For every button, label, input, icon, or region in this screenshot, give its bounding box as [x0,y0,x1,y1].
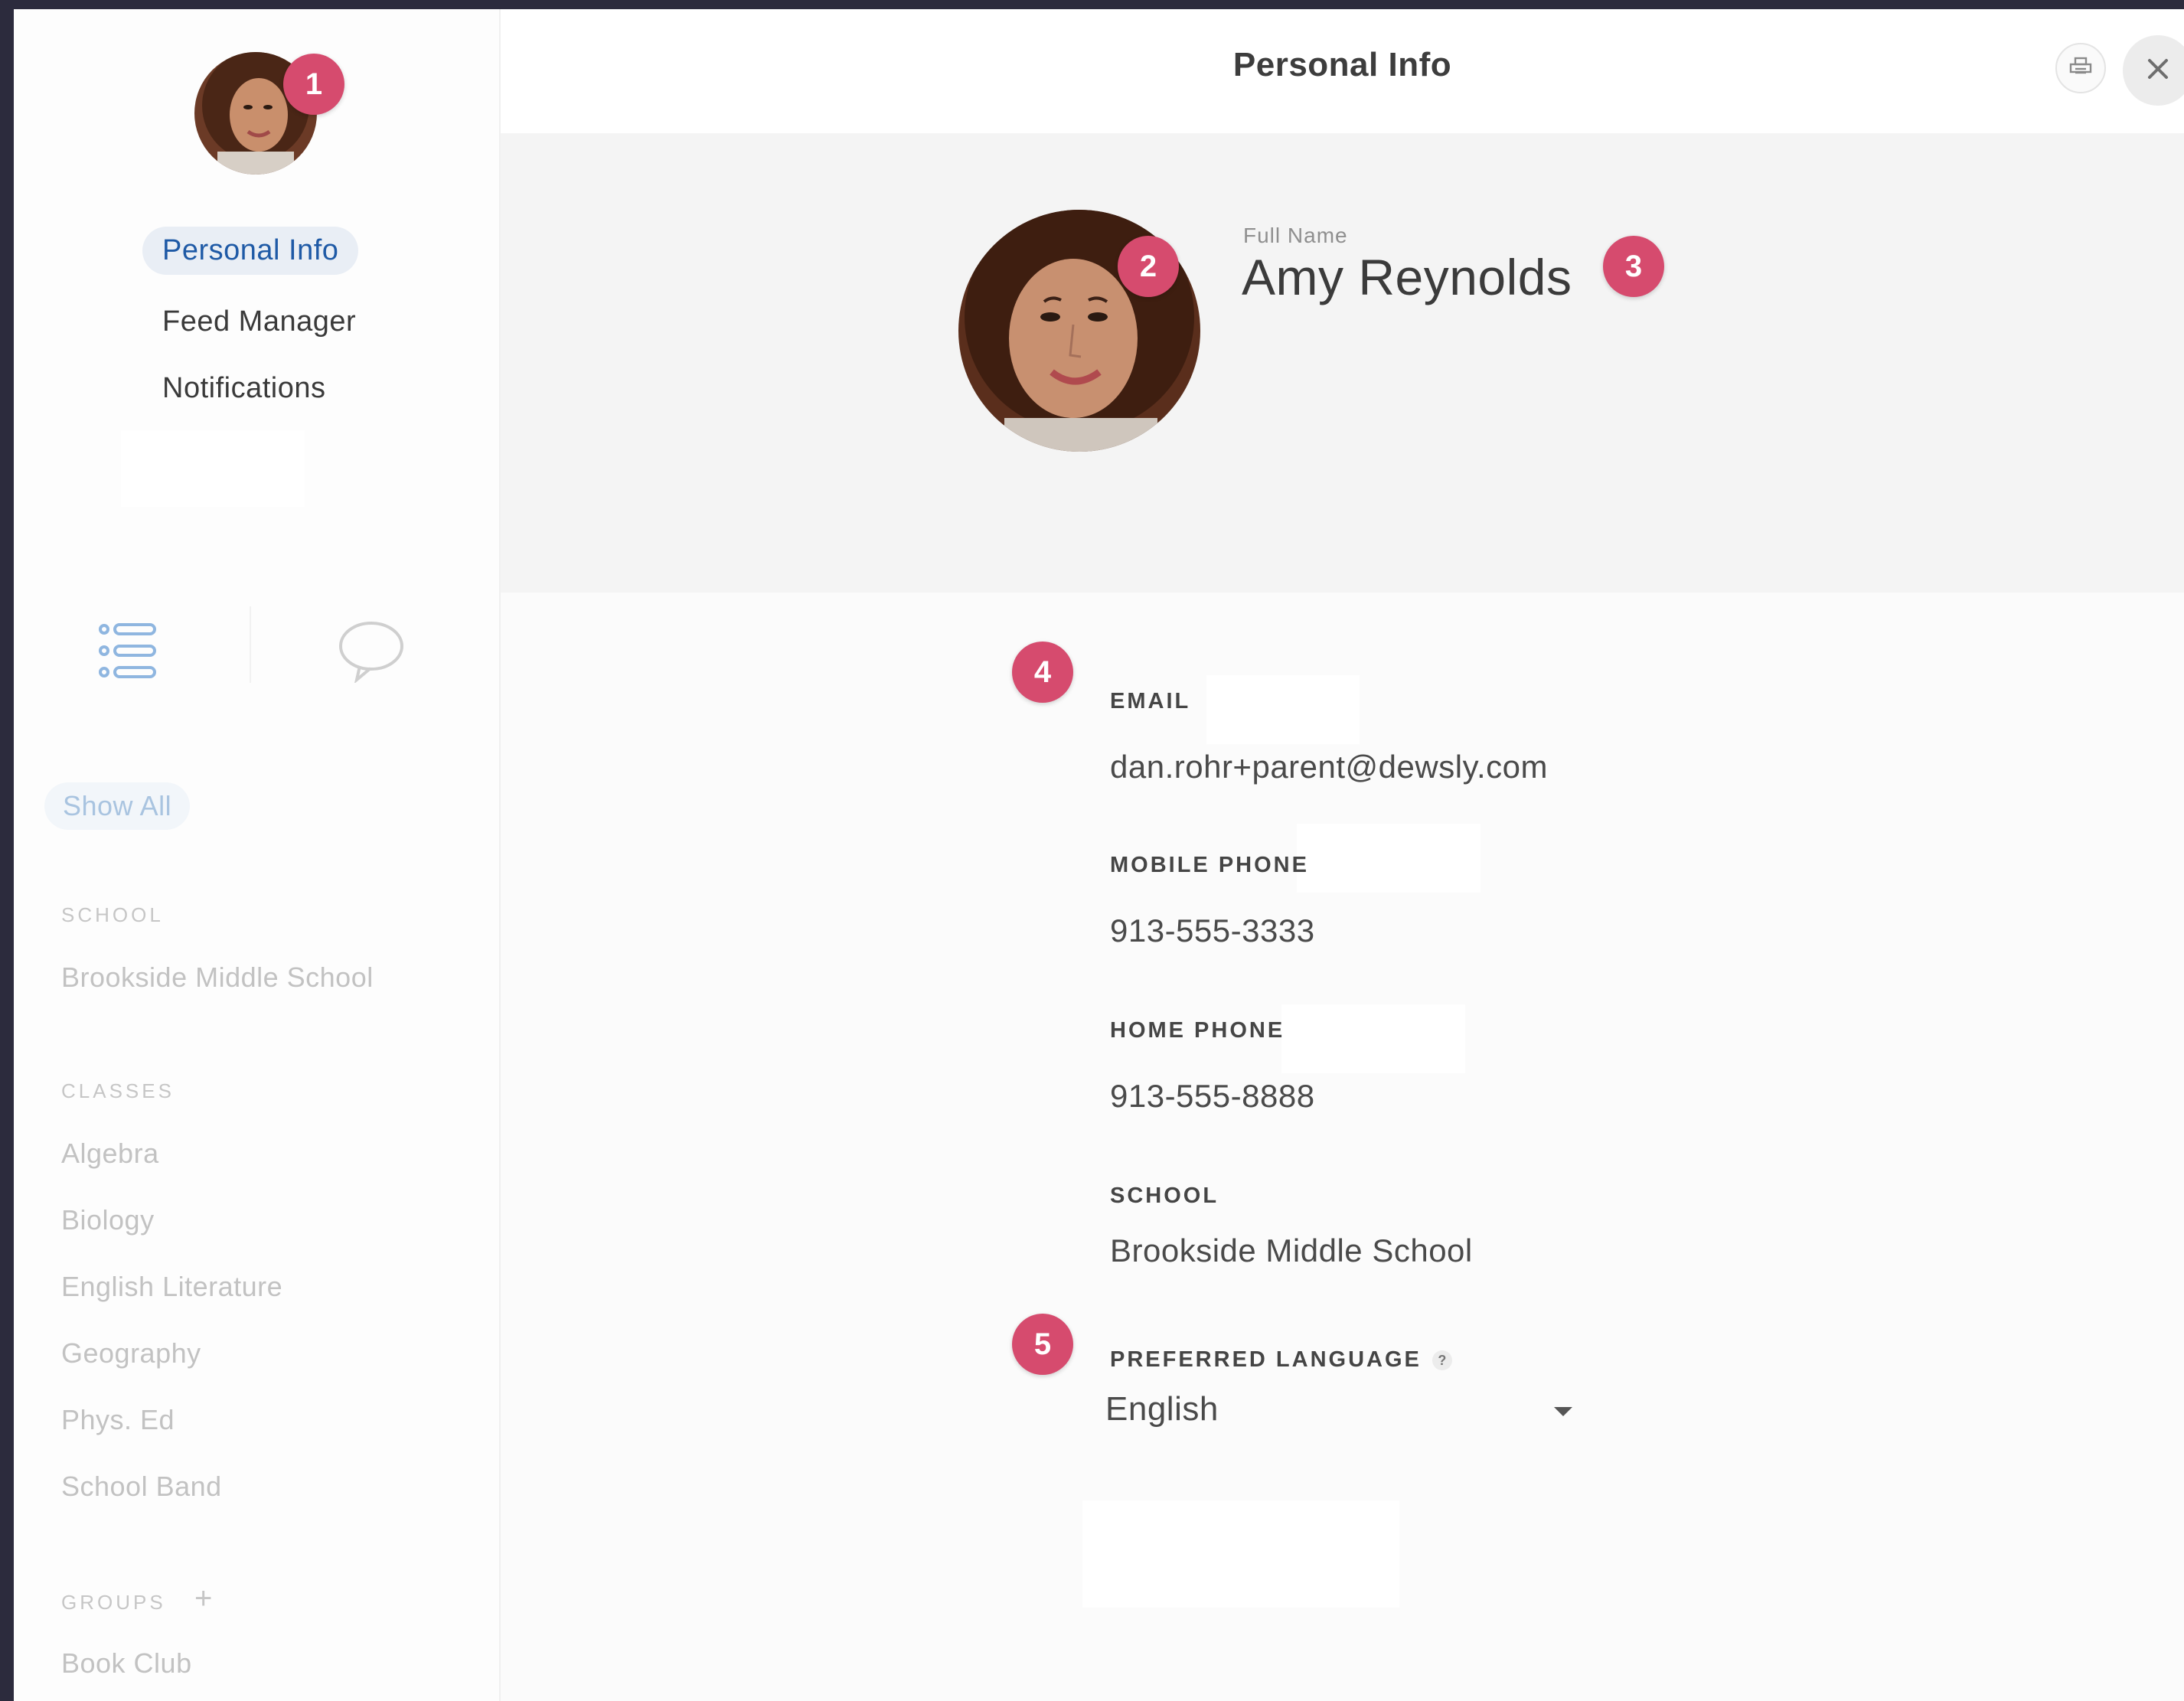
print-button[interactable] [2055,43,2106,93]
blank-panel [1206,675,1360,744]
list-icon[interactable] [98,622,159,684]
sidebar-item-class[interactable]: Biology [61,1204,155,1236]
page-title: Personal Info [1232,46,1452,83]
blank-panel [1082,1500,1399,1608]
annotation-badge-4: 4 [1012,642,1073,703]
groups-heading: GROUPS [61,1591,166,1614]
full-name-label: Full Name [1243,224,1348,247]
print-icon [2069,57,2092,80]
add-group-button[interactable]: + [194,1582,212,1616]
mobile-phone-label: MOBILE PHONE [1110,853,1309,877]
view-divider [250,606,251,683]
blank-panel [1297,824,1480,893]
nav-feed-manager[interactable]: Feed Manager [162,305,356,338]
annotation-badge-1: 1 [283,54,344,115]
email-label: EMAIL [1110,689,1191,713]
chevron-down-icon [1554,1407,1572,1416]
top-bar: Personal Info [501,9,2184,133]
annotation-badge-5: 5 [1012,1314,1073,1375]
sidebar-item-class[interactable]: English Literature [61,1271,282,1303]
close-button[interactable] [2123,35,2184,106]
sidebar-item-class[interactable]: Phys. Ed [61,1404,175,1436]
chat-bubble-icon[interactable] [337,619,406,687]
full-name-value[interactable]: Amy Reynolds [1242,248,1572,306]
annotation-badge-3: 3 [1603,236,1664,297]
profile-window: 1 Personal Info Feed Manager Notificatio… [14,9,2184,1701]
sidebar-item-school[interactable]: Brookside Middle School [61,962,374,994]
preferred-language-label: PREFERRED LANGUAGE? [1110,1347,1452,1373]
home-phone-label: HOME PHONE [1110,1018,1285,1043]
school-field[interactable]: Brookside Middle School [1110,1232,1473,1269]
home-phone-field[interactable]: 913-555-8888 [1110,1078,1315,1115]
email-field[interactable]: dan.rohr+parent@dewsly.com [1110,749,1548,785]
school-heading: SCHOOL [61,903,164,926]
language-select-value: English [1105,1390,1219,1428]
preferred-language-label-text: PREFERRED LANGUAGE [1110,1347,1422,1372]
nav-notifications[interactable]: Notifications [162,372,325,405]
show-all-button[interactable]: Show All [44,782,191,830]
help-icon[interactable]: ? [1432,1350,1452,1371]
main-panel: Personal Info 2 Full Name Amy Reynolds 3… [501,9,2184,1701]
language-select[interactable]: English [1105,1384,1572,1438]
close-icon [2146,57,2169,84]
blank-panel [121,430,305,507]
classes-heading: CLASSES [61,1079,175,1102]
nav-personal-info[interactable]: Personal Info [142,227,359,275]
sidebar-item-class[interactable]: Algebra [61,1138,159,1170]
profile-header: 2 Full Name Amy Reynolds 3 [501,133,2184,593]
blank-panel [1281,1004,1465,1073]
sidebar-item-class[interactable]: Geography [61,1337,201,1370]
sidebar: 1 Personal Info Feed Manager Notificatio… [14,9,501,1701]
sidebar-item-class[interactable]: School Band [61,1471,222,1503]
sidebar-item-group[interactable]: Book Club [61,1647,192,1680]
school-label: SCHOOL [1110,1184,1219,1208]
annotation-badge-2: 2 [1118,236,1179,297]
mobile-phone-field[interactable]: 913-555-3333 [1110,913,1315,949]
